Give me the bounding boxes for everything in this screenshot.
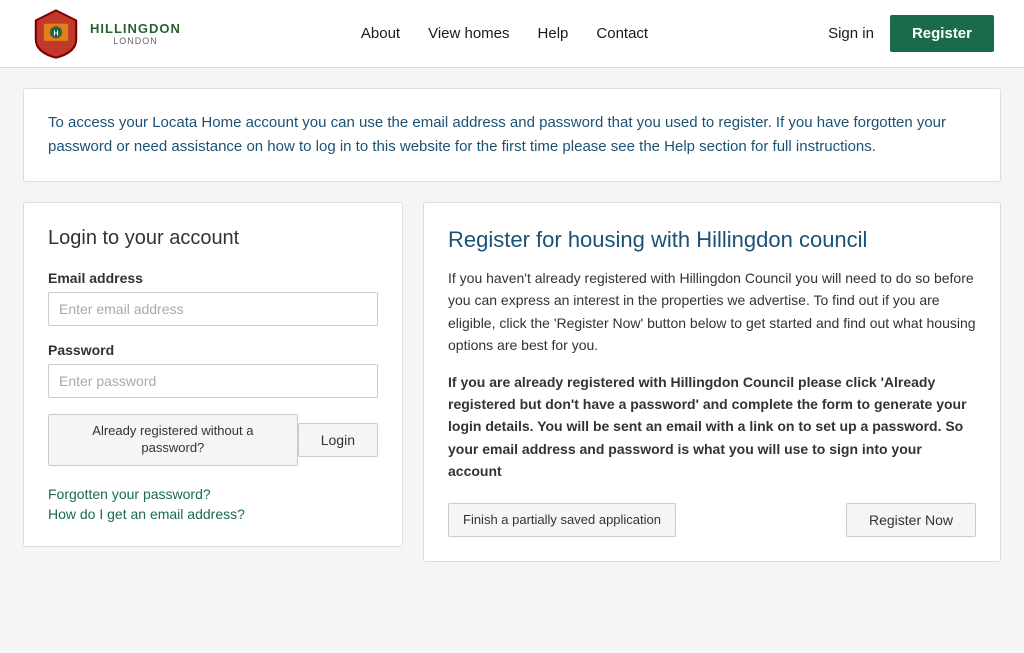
main-content: To access your Locata Home account you c…: [7, 88, 1017, 562]
register-desc-1: If you haven't already registered with H…: [448, 267, 976, 357]
password-label: Password: [48, 342, 378, 358]
logo-text-block: HILLINGDON LONDON: [90, 21, 181, 47]
nav-contact[interactable]: Contact: [596, 25, 648, 42]
password-input[interactable]: [48, 364, 378, 398]
finish-application-button[interactable]: Finish a partially saved application: [448, 503, 676, 538]
header: H HILLINGDON LONDON About View homes Hel…: [0, 0, 1024, 68]
password-group: Password: [48, 342, 378, 398]
logo-name: HILLINGDON: [90, 21, 181, 37]
login-links: Forgotten your password? How do I get an…: [48, 486, 378, 522]
already-registered-button[interactable]: Already registered without a password?: [48, 414, 298, 466]
cards-row: Login to your account Email address Pass…: [23, 202, 1001, 562]
forgotten-password-link[interactable]: Forgotten your password?: [48, 486, 378, 502]
login-card: Login to your account Email address Pass…: [23, 202, 403, 547]
login-title: Login to your account: [48, 227, 378, 250]
header-actions: Sign in Register: [828, 15, 994, 52]
nav-view-homes[interactable]: View homes: [428, 25, 509, 42]
info-box: To access your Locata Home account you c…: [23, 88, 1001, 182]
svg-text:H: H: [54, 30, 59, 37]
register-button[interactable]: Register: [890, 15, 994, 52]
get-email-link[interactable]: How do I get an email address?: [48, 506, 378, 522]
logo: H HILLINGDON LONDON: [30, 8, 181, 60]
register-actions: Finish a partially saved application Reg…: [448, 503, 976, 538]
logo-sub: LONDON: [113, 36, 158, 46]
register-desc-2-bold: If you are already registered with Hilli…: [448, 374, 967, 480]
nav-about[interactable]: About: [361, 25, 400, 42]
main-nav: About View homes Help Contact: [361, 25, 648, 42]
register-desc-2: If you are already registered with Hilli…: [448, 371, 976, 483]
register-card: Register for housing with Hillingdon cou…: [423, 202, 1001, 562]
email-input[interactable]: [48, 292, 378, 326]
login-button[interactable]: Login: [298, 423, 378, 457]
login-actions: Already registered without a password? L…: [48, 414, 378, 466]
info-text: To access your Locata Home account you c…: [48, 111, 976, 159]
signin-link[interactable]: Sign in: [828, 25, 874, 42]
email-label: Email address: [48, 270, 378, 286]
nav-help[interactable]: Help: [538, 25, 569, 42]
email-group: Email address: [48, 270, 378, 326]
logo-icon: H: [30, 8, 82, 60]
register-now-button[interactable]: Register Now: [846, 503, 976, 537]
register-title: Register for housing with Hillingdon cou…: [448, 227, 976, 253]
